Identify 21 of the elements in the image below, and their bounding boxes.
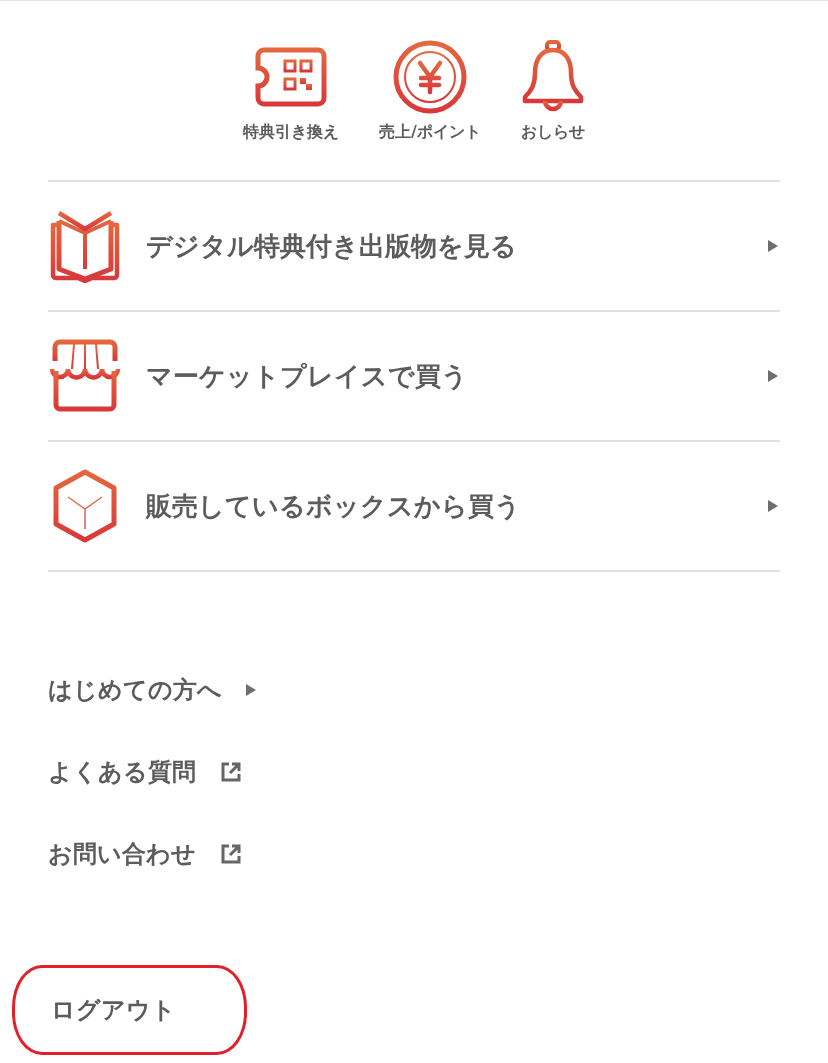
open-book-icon[interactable] <box>48 209 122 283</box>
quick-action-button[interactable]: 特典引き換え <box>243 38 340 142</box>
logout-link[interactable]: ログアウト <box>51 994 176 1026</box>
caret-right-icon <box>768 240 778 252</box>
ticket-icon[interactable] <box>255 47 328 107</box>
yen-coin-icon[interactable] <box>393 40 467 114</box>
cube-icon[interactable] <box>52 469 118 543</box>
menu-item[interactable]: マーケットプレイスで買う <box>48 339 780 413</box>
quick-action-button[interactable]: おしらせ <box>520 38 585 142</box>
help-link[interactable]: よくある質問 <box>48 755 242 789</box>
caret-right-icon <box>768 370 778 382</box>
quick-action-button[interactable]: 売上/ポイント <box>379 38 481 142</box>
menu-item[interactable]: デジタル特典付き出版物を見る <box>48 209 780 283</box>
caret-right-icon <box>768 500 778 512</box>
menu-item[interactable]: 販売しているボックスから買う <box>48 469 780 543</box>
help-link[interactable]: はじめての方へ <box>48 673 256 707</box>
caret-right-icon <box>246 684 256 696</box>
help-link[interactable]: お問い合わせ <box>48 837 242 871</box>
storefront-icon[interactable] <box>49 339 121 413</box>
external-link-icon <box>220 843 242 865</box>
external-link-icon <box>220 761 242 783</box>
